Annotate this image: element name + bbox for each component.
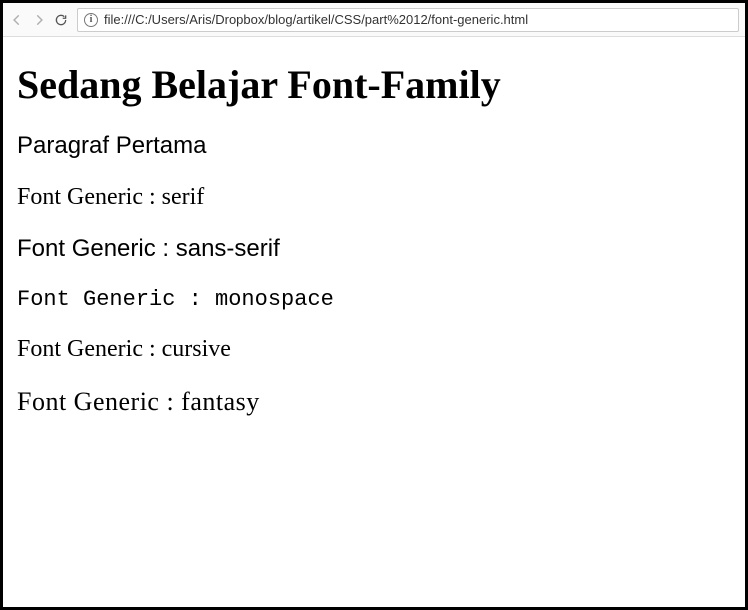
- paragraph-cursive: Font Generic : cursive: [17, 336, 731, 363]
- paragraph-sans: Font Generic : sans-serif: [17, 235, 731, 263]
- nav-arrows: [9, 12, 69, 28]
- forward-icon[interactable]: [31, 12, 47, 28]
- url-text: file:///C:/Users/Aris/Dropbox/blog/artik…: [104, 12, 528, 27]
- browser-toolbar: i file:///C:/Users/Aris/Dropbox/blog/art…: [3, 3, 745, 37]
- page-content: Sedang Belajar Font-Family Paragraf Pert…: [3, 37, 745, 435]
- page-heading: Sedang Belajar Font-Family: [17, 61, 731, 108]
- reload-icon[interactable]: [53, 12, 69, 28]
- address-bar[interactable]: i file:///C:/Users/Aris/Dropbox/blog/art…: [77, 8, 739, 32]
- info-icon[interactable]: i: [84, 13, 98, 27]
- paragraph-first: Paragraf Pertama: [17, 132, 731, 160]
- back-icon[interactable]: [9, 12, 25, 28]
- paragraph-serif: Font Generic : serif: [17, 184, 731, 211]
- paragraph-fantasy: Font Generic : fantasy: [17, 387, 731, 417]
- paragraph-mono: Font Generic : monospace: [17, 287, 731, 312]
